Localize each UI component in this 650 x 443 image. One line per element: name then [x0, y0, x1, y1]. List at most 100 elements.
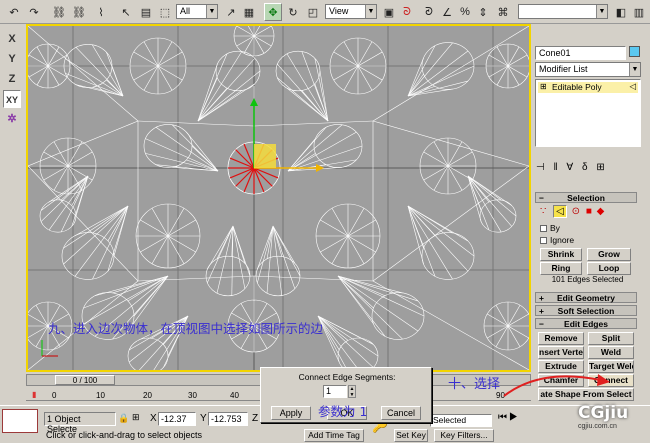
spinner-snap-icon[interactable]: ⇕	[474, 3, 492, 21]
selection-filter-dropdown[interactable]: All ▼	[176, 4, 218, 19]
select-by-name-icon[interactable]: ▤	[137, 3, 155, 21]
axis-y-button[interactable]: Y	[3, 50, 21, 68]
time-slider-thumb[interactable]: 0 / 100	[55, 375, 115, 385]
grow-button[interactable]: Grow	[587, 248, 631, 261]
by-vertex-checkbox[interactable]: By	[540, 223, 560, 233]
insert-vertex-button[interactable]: nsert Verte:	[538, 346, 584, 359]
select-and-move-icon[interactable]: ✥	[264, 3, 282, 21]
edit-geometry-rollout-header[interactable]: + Edit Geometry	[535, 292, 637, 303]
show-end-result-icon[interactable]: ǁ	[554, 162, 561, 173]
play-icon[interactable]: ▶	[509, 412, 520, 423]
select-and-rotate-icon[interactable]: ↻	[284, 3, 302, 21]
align-icon[interactable]: ▥	[630, 3, 648, 21]
named-selection-sets-dropdown[interactable]: ▼	[518, 4, 608, 19]
remove-modifier-icon[interactable]: δ	[582, 162, 591, 173]
y-label: Y	[200, 413, 207, 424]
parameter-annotation: 参数为 1	[318, 404, 368, 419]
maxscript-listener[interactable]	[2, 409, 38, 433]
weld-button[interactable]: Weld	[588, 346, 634, 359]
tick-label: 20	[143, 391, 152, 400]
axis-xy-button[interactable]: XY	[3, 90, 21, 108]
track-bar-key-icon[interactable]: ▮	[32, 390, 36, 399]
stack-item-editable-poly[interactable]: ⊞ Editable Poly ◁	[538, 81, 638, 93]
tick-label: 40	[230, 391, 239, 400]
tick-label: 0	[52, 391, 57, 400]
light-bulb-icon[interactable]: ◁	[629, 81, 636, 92]
spinner-arrows-icon[interactable]: ▲ ▼	[348, 385, 356, 398]
split-button[interactable]: Split	[588, 332, 634, 345]
lock-selection-icon[interactable]: 🔒	[118, 413, 129, 424]
edge-mode-icon[interactable]: ◁	[553, 205, 567, 218]
edit-edges-rollout-header[interactable]: − Edit Edges	[535, 318, 637, 329]
bind-space-warp-icon[interactable]: ⌇	[92, 3, 110, 21]
modifier-stack: ⊞ Editable Poly ◁	[535, 79, 641, 147]
configure-sets-icon[interactable]: ⊞	[596, 162, 607, 173]
add-time-tag-button[interactable]: Add Time Tag	[304, 429, 364, 442]
ring-button[interactable]: Ring	[540, 262, 582, 275]
edit-named-selections-icon[interactable]: ⌘	[494, 3, 512, 21]
undo-icon[interactable]: ↶	[5, 3, 23, 21]
select-and-scale-icon[interactable]: ◰	[304, 3, 322, 21]
mirror-icon[interactable]: ◧	[612, 3, 630, 21]
vertex-mode-icon[interactable]: ∵	[540, 206, 546, 217]
pin-stack-icon[interactable]: ⊣	[536, 162, 548, 173]
x-label: X	[150, 413, 157, 424]
z-label: Z	[252, 413, 259, 424]
prompt-line: Click or click-and-drag to select object…	[46, 430, 203, 440]
snap-options-icon[interactable]: ✲	[3, 110, 21, 128]
reference-coordinate-dropdown[interactable]: View ▼	[325, 4, 377, 19]
object-name-field[interactable]: Cone01	[535, 46, 626, 60]
absolute-mode-icon[interactable]: ⊞	[132, 412, 140, 423]
axis-x-button[interactable]: X	[3, 30, 21, 48]
select-and-link-icon[interactable]: ↗	[222, 3, 240, 21]
selected-keys-dropdown[interactable]: Selected	[430, 414, 492, 427]
make-unique-icon[interactable]: ∀	[566, 162, 576, 173]
selection-count-text: 1 Object Selecte	[44, 412, 116, 434]
step-ten-annotation: 十、选择	[448, 377, 501, 392]
subobject-level-icons: ∵ ◁ ⊙ ■ ◆	[540, 205, 640, 220]
cgjiu-watermark-logo: CGjiu cgjiu.com.cn	[578, 403, 629, 430]
tick-label: 10	[96, 391, 105, 400]
window-crossing-icon[interactable]: ▦	[240, 3, 258, 21]
x-coordinate-field[interactable]: -12.37	[158, 412, 196, 426]
playback-controls[interactable]: ⏮▶	[498, 412, 520, 423]
manipulate-icon[interactable]: ᘐ	[398, 3, 416, 21]
rectangular-selection-icon[interactable]: ⬚	[156, 3, 174, 21]
tick-label: 30	[188, 391, 197, 400]
loop-button[interactable]: Loop	[587, 262, 631, 275]
axis-constraints-toolbar: X Y Z XY ✲	[0, 24, 25, 374]
top-viewport[interactable]: 九、进入边次物体，在顶视图中选择如图所示的边	[26, 24, 531, 372]
unlink-icon[interactable]: ⛓	[70, 3, 88, 21]
snap-toggle-icon[interactable]: ᘑ	[420, 3, 438, 21]
set-key-button[interactable]: Set Key	[394, 429, 428, 442]
stack-controls[interactable]: ⊣ ǁ ∀ δ ⊞	[536, 162, 640, 176]
angle-snap-icon[interactable]: ∠	[438, 3, 456, 21]
ignore-backfacing-checkbox[interactable]: Ignore	[540, 235, 574, 245]
modifier-list-dropdown[interactable]: Modifier List ▼	[535, 62, 641, 77]
redo-icon[interactable]: ↷	[25, 3, 43, 21]
collapse-plus-icon[interactable]: ⊞	[540, 82, 547, 91]
key-filters-button[interactable]: Key Filters...	[434, 429, 494, 442]
border-mode-icon[interactable]: ⊙	[572, 206, 580, 217]
annotation-arrow	[503, 374, 610, 397]
connect-segments-label: Connect Edge Segments:	[298, 372, 396, 382]
remove-button[interactable]: Remove	[538, 332, 584, 345]
edges-selected-status: 101 Edges Selected	[551, 275, 624, 284]
element-mode-icon[interactable]: ◆	[597, 206, 605, 217]
axis-z-button[interactable]: Z	[3, 70, 21, 88]
y-coordinate-field[interactable]: -12.753	[208, 412, 248, 426]
select-link-icon[interactable]: ⛓	[50, 3, 68, 21]
main-toolbar: ↶ ↷ ⛓ ⛓ ⌇ ↖ ▤ ⬚ All ▼ ↗ ▦ ✥ ↻ ◰ View ▼ ▣ ᘐ…	[0, 0, 650, 24]
pivot-center-icon[interactable]: ▣	[380, 3, 398, 21]
percent-snap-icon[interactable]: %	[456, 3, 474, 21]
select-object-icon[interactable]: ↖	[117, 3, 135, 21]
soft-selection-rollout-header[interactable]: + Soft Selection	[535, 305, 637, 316]
cancel-button[interactable]: Cancel	[381, 406, 421, 420]
apply-button[interactable]: Apply	[271, 406, 311, 420]
selection-rollout-header[interactable]: − Selection	[535, 192, 637, 203]
segments-spinner[interactable]: 1	[323, 385, 347, 398]
shrink-button[interactable]: Shrink	[540, 248, 582, 261]
go-to-start-icon[interactable]: ⏮	[498, 412, 509, 423]
object-color-swatch[interactable]	[629, 46, 640, 57]
polygon-mode-icon[interactable]: ■	[586, 206, 592, 217]
